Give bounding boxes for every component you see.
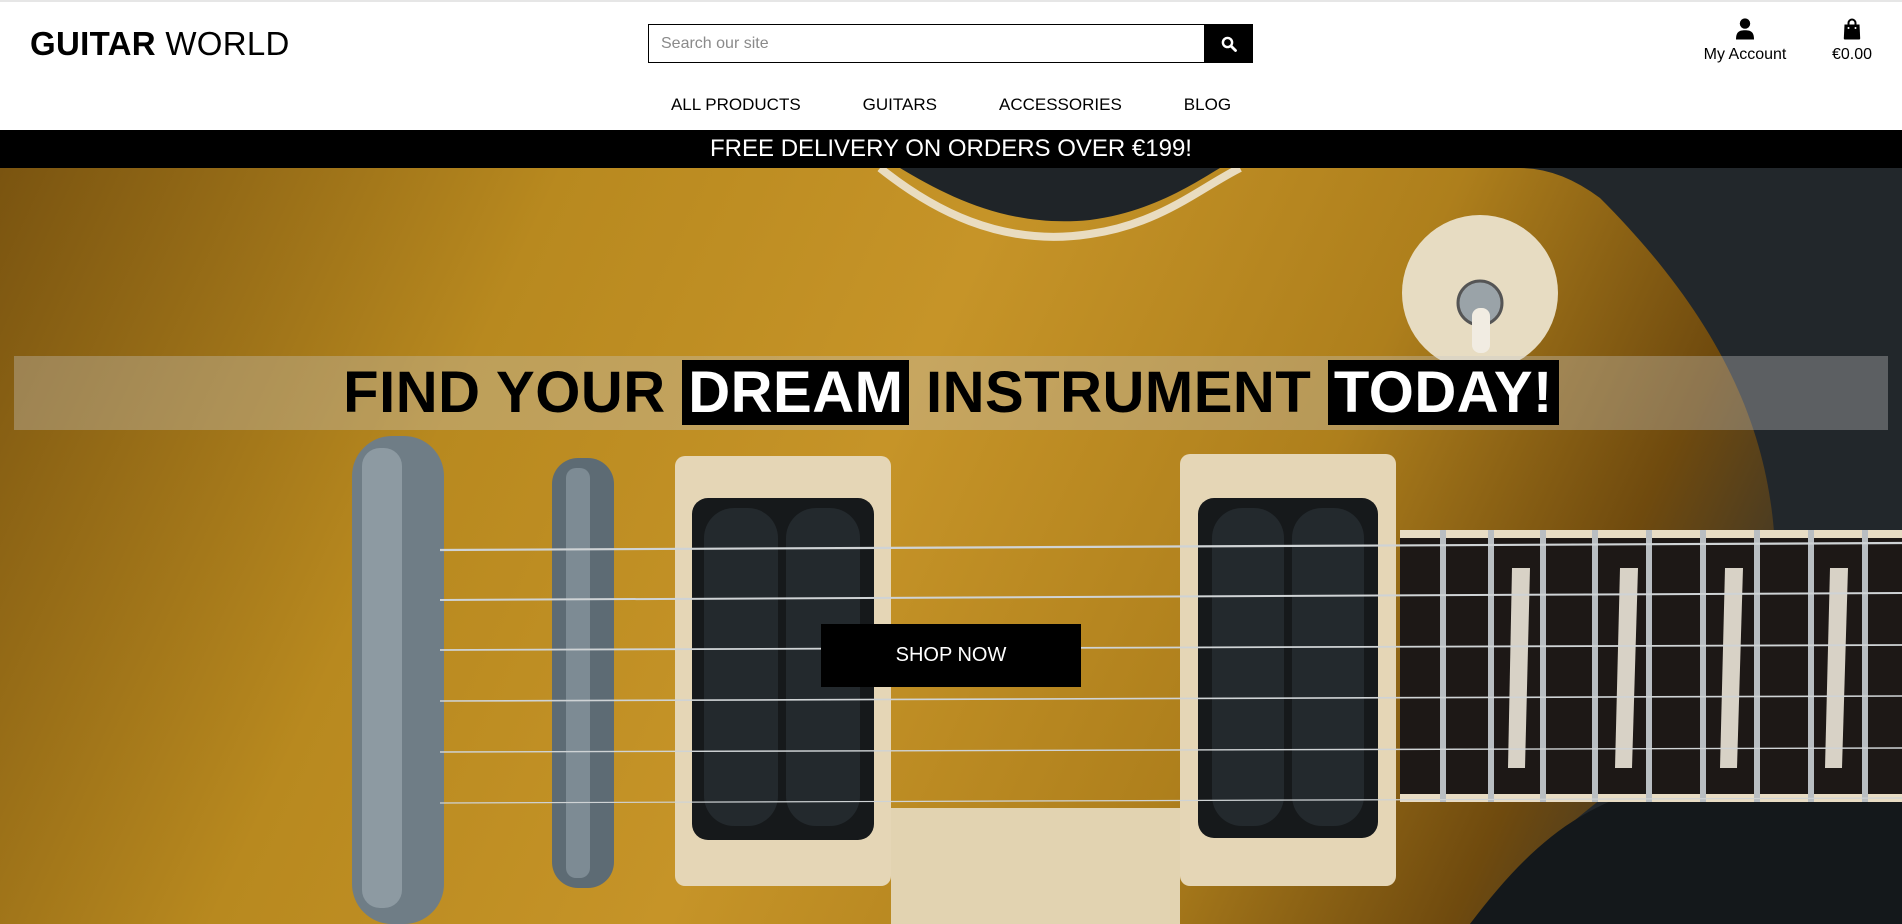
nav-item-all-products[interactable]: ALL PRODUCTS xyxy=(640,92,832,118)
main-nav: ALL PRODUCTS GUITARS ACCESSORIES BLOG xyxy=(0,92,1902,118)
delivery-banner: FREE DELIVERY ON ORDERS OVER €199! xyxy=(0,130,1902,168)
shop-now-button[interactable]: SHOP NOW xyxy=(821,624,1081,687)
headline-highlight-dream: DREAM xyxy=(682,360,910,425)
hero-section: FIND YOUR DREAM INSTRUMENT TODAY! SHOP N… xyxy=(0,168,1902,924)
shopping-bag-icon xyxy=(1843,18,1861,40)
search-input[interactable] xyxy=(648,24,1204,63)
search-button[interactable] xyxy=(1204,24,1253,63)
user-icon xyxy=(1736,18,1754,40)
nav-item-accessories[interactable]: ACCESSORIES xyxy=(968,92,1153,118)
shopping-bag-link[interactable]: €0.00 xyxy=(1822,18,1882,64)
bag-total: €0.00 xyxy=(1831,46,1873,63)
hero-guitar-image xyxy=(352,168,1902,924)
nav-item-guitars[interactable]: GUITARS xyxy=(832,92,968,118)
my-account-link[interactable]: My Account xyxy=(1700,18,1790,64)
my-account-label: My Account xyxy=(1703,46,1787,63)
hero-headline: FIND YOUR DREAM INSTRUMENT TODAY! xyxy=(0,358,1902,428)
search-icon xyxy=(1221,36,1237,52)
delivery-banner-text: FREE DELIVERY ON ORDERS OVER €199! xyxy=(710,135,1192,162)
search-form xyxy=(648,24,1253,63)
headline-part-1: FIND YOUR xyxy=(343,360,666,425)
headline-part-2: INSTRUMENT xyxy=(926,360,1312,425)
nav-item-blog[interactable]: BLOG xyxy=(1153,92,1262,118)
headline-highlight-today: TODAY! xyxy=(1327,360,1559,425)
site-header: GUITAR WORLD My Account €0.00 ALL PRODUC… xyxy=(0,0,1902,130)
site-logo[interactable]: GUITAR WORLD xyxy=(30,24,290,64)
logo-light-text: WORLD xyxy=(165,25,290,62)
logo-bold-text: GUITAR xyxy=(30,25,156,62)
